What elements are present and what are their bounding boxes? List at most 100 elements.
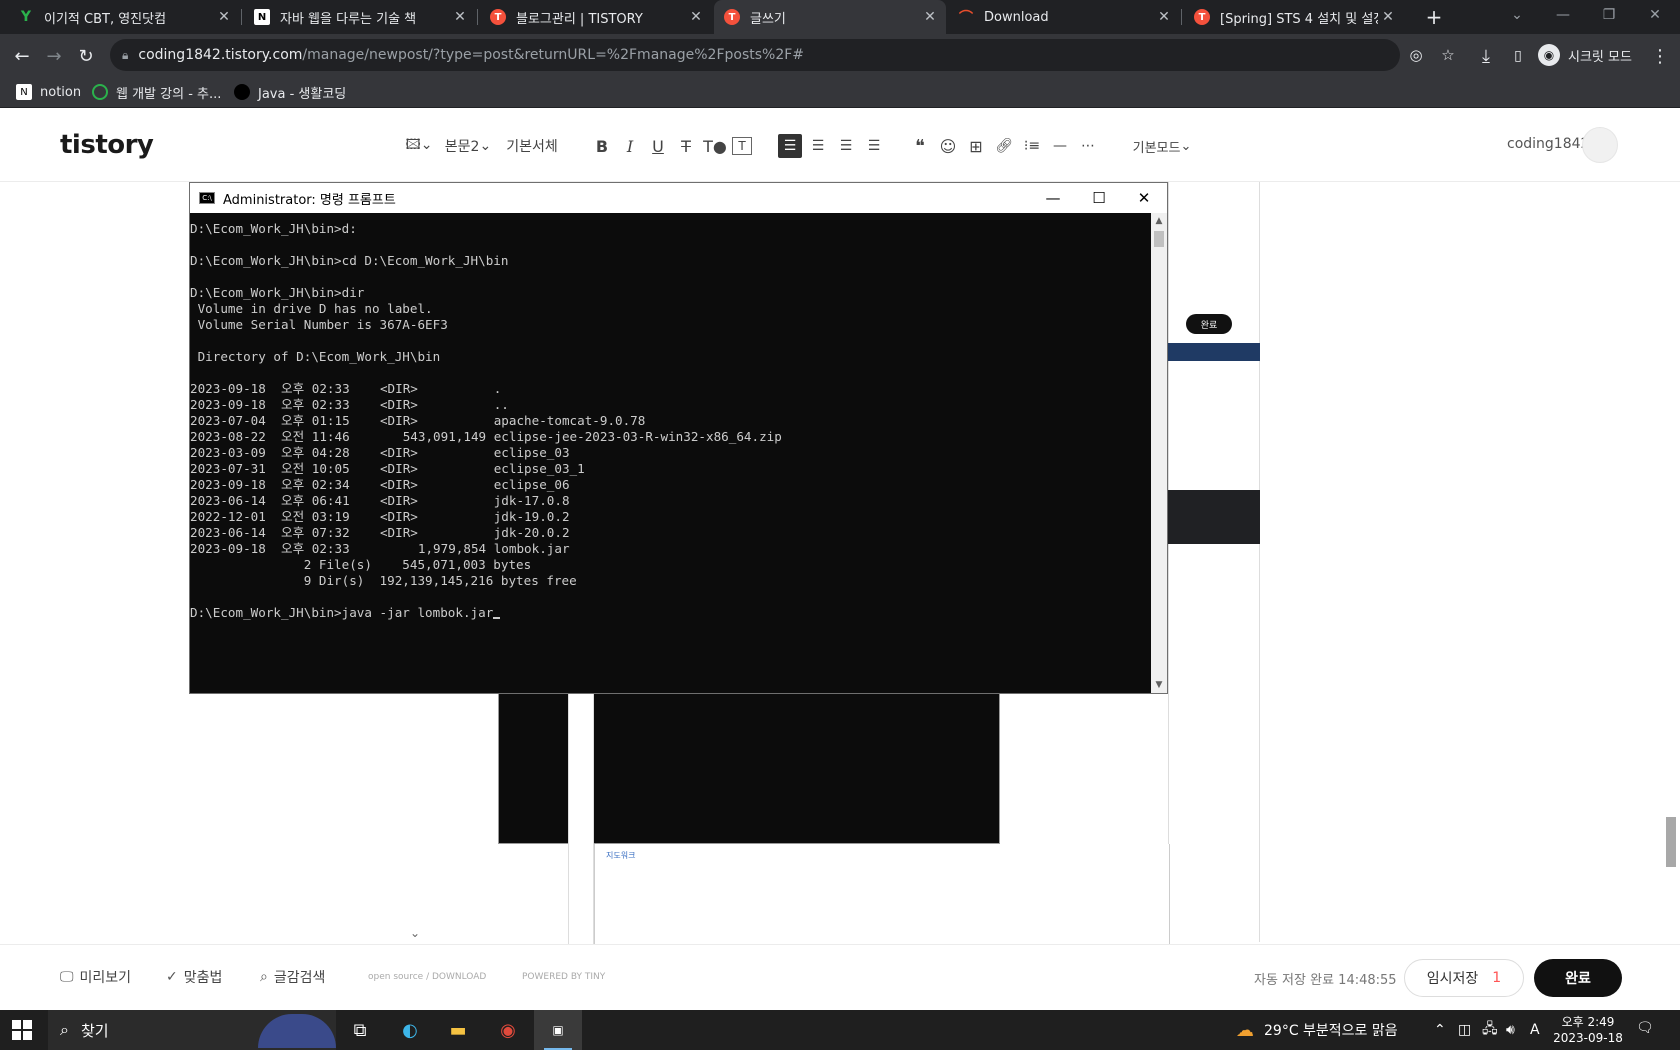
browser-tab-1[interactable]: Y 이기적 CBT, 영진닷컴 ✕ xyxy=(8,0,240,34)
close-icon[interactable]: ✕ xyxy=(686,9,706,25)
task-view-icon[interactable]: ⧉ xyxy=(336,1010,384,1050)
download-icon: ⌒ xyxy=(959,10,973,26)
preview-button[interactable]: 🖵︎ 미리보기 xyxy=(60,967,131,987)
bookmark-web-course[interactable]: 웹 개발 강의 - 추... xyxy=(92,82,221,102)
cmd-taskbar-icon[interactable]: ▣ xyxy=(534,1010,582,1050)
done-button[interactable]: 완료 xyxy=(1534,959,1622,997)
eye-off-icon[interactable]: ◎ xyxy=(1402,39,1430,71)
menu-kebab-icon[interactable]: ⋮ xyxy=(1646,42,1674,70)
align-right-icon[interactable]: ☰ xyxy=(836,134,856,158)
forward-arrow-icon[interactable]: → xyxy=(40,42,68,70)
search-icon: ⌕ xyxy=(60,1020,69,1039)
spellcheck-button[interactable]: ✓ 맞춤법 xyxy=(166,967,222,987)
incognito-badge[interactable]: ◉ 시크릿 모드 xyxy=(1538,41,1632,69)
paragraph-style-label: 본문2 xyxy=(444,139,480,155)
editor-footer: 🖵︎ 미리보기 ✓ 맞춤법 ⌕ 글감검색 open source / DOWNLOAD… xyxy=(0,944,1680,1010)
align-left-icon[interactable]: ☰ xyxy=(778,134,802,158)
close-icon[interactable]: ✕ xyxy=(1378,9,1398,25)
text-color-icon[interactable]: T● xyxy=(703,134,727,158)
more-icon[interactable]: ⋯ xyxy=(1078,134,1098,158)
image-insert-icon[interactable]: 🖾︎⌄ xyxy=(404,134,434,158)
browser-tab-5[interactable]: ⌒ Download ✕ xyxy=(948,0,1180,34)
side-panel-icon[interactable]: ▯ xyxy=(1504,42,1532,70)
chrome-icon[interactable]: ◉ xyxy=(484,1010,532,1050)
notion-icon: N xyxy=(16,84,32,100)
paragraph-style-select[interactable]: 본문2 ⌄ xyxy=(444,134,492,158)
mode-select[interactable]: 기본모드 ⌄ xyxy=(1128,134,1196,158)
volume-icon[interactable]: 🔊︎ xyxy=(1506,1010,1515,1050)
text-background-icon[interactable]: T xyxy=(732,137,752,155)
scroll-down-icon[interactable]: ▼ xyxy=(1151,677,1167,693)
browser-tab-2[interactable]: N 자바 웹을 다루는 기술 책 ✕ xyxy=(244,0,476,34)
font-select[interactable]: 기본서체 xyxy=(502,134,562,158)
close-icon[interactable]: ✕ xyxy=(920,9,940,25)
scroll-up-icon[interactable]: ▲ xyxy=(1151,213,1167,229)
weather-widget[interactable]: ☁ 29°C 부분적으로 맑음 xyxy=(1236,1010,1398,1050)
browser-tab-3[interactable]: T 블로그관리 | TISTORY ✕ xyxy=(480,0,712,34)
link-icon[interactable]: 🔗︎ xyxy=(994,134,1014,158)
download-tray-icon[interactable]: ⤓ xyxy=(1472,42,1500,70)
network-icon[interactable]: 🖧︎ xyxy=(1482,1010,1498,1050)
tistory-logo[interactable]: tistory xyxy=(60,130,154,160)
windows-start-icon[interactable] xyxy=(12,1020,32,1040)
meet-icon[interactable]: ◫ xyxy=(1458,1010,1471,1050)
scrollbar-thumb[interactable] xyxy=(1154,231,1164,247)
url-path: /manage/newpost/?type=post&returnURL=%2F… xyxy=(302,47,805,63)
star-icon[interactable]: ☆ xyxy=(1434,39,1462,71)
close-icon[interactable]: ✕ xyxy=(450,9,470,25)
bold-icon[interactable]: B xyxy=(592,134,612,158)
strikethrough-icon[interactable]: T xyxy=(676,134,696,158)
avatar[interactable] xyxy=(1582,127,1618,163)
scrollbar-thumb[interactable] xyxy=(1666,817,1676,867)
table-icon[interactable]: ⊞ xyxy=(966,134,986,158)
browser-tab-6[interactable]: T [Spring] STS 4 설치 및 설정하기 ✕ xyxy=(1184,0,1404,34)
back-arrow-icon[interactable]: ← xyxy=(8,42,36,70)
browser-tab-4-active[interactable]: T 글쓰기 ✕ xyxy=(714,0,946,34)
incognito-icon: ◉ xyxy=(1538,44,1560,66)
page-scrollbar[interactable] xyxy=(1662,182,1680,944)
background-taskbar-fragment xyxy=(1168,343,1260,361)
notification-icon[interactable]: 🗨︎ xyxy=(1636,1020,1656,1040)
taskbar-clock[interactable]: 오후 2:49 2023-09-18 xyxy=(1548,1014,1628,1046)
opensource-link[interactable]: open source / DOWNLOAD xyxy=(368,972,486,982)
restore-icon[interactable]: ❐ xyxy=(1586,0,1632,30)
tray-chevron-icon[interactable]: ⌃ xyxy=(1434,1010,1446,1050)
search-material-button[interactable]: ⌕ 글감검색 xyxy=(260,967,325,987)
cmd-output-line: 2023-09-18 오후 02:33 1,979,854 lombok.jar xyxy=(190,541,570,556)
emoji-icon[interactable]: ☺ xyxy=(938,134,958,158)
cmd-output-line: D:\Ecom_Work_JH\bin>cd D:\Ecom_Work_JH\b… xyxy=(190,253,509,268)
chevron-down-icon[interactable]: ⌄ xyxy=(410,926,420,940)
file-explorer-icon[interactable]: ▬ xyxy=(434,1010,482,1050)
bookmark-notion[interactable]: N notion xyxy=(16,82,81,102)
temp-save-button[interactable]: 임시저장 1 xyxy=(1404,959,1524,997)
cmd-title-bar[interactable]: C:\ Administrator: 명령 프롬프트 — ☐ ✕ xyxy=(190,183,1167,213)
close-icon[interactable]: ✕ xyxy=(214,9,234,25)
italic-icon[interactable]: I xyxy=(620,134,640,158)
horizontal-rule-icon[interactable]: — xyxy=(1050,134,1070,158)
lock-icon: 🔒︎ xyxy=(122,47,129,62)
minimize-icon[interactable]: — xyxy=(1030,183,1076,213)
minimize-icon[interactable]: — xyxy=(1540,0,1586,30)
underline-icon[interactable]: U xyxy=(648,134,668,158)
close-icon[interactable]: ✕ xyxy=(1154,9,1174,25)
cmd-scrollbar[interactable]: ▲ ▼ xyxy=(1151,213,1167,693)
edge-icon[interactable]: ◐ xyxy=(386,1010,434,1050)
address-bar[interactable]: 🔒︎ coding1842.tistory.com /manage/newpos… xyxy=(110,39,1455,71)
align-center-icon[interactable]: ☰ xyxy=(808,134,828,158)
background-done-pill: 완료 xyxy=(1186,314,1232,334)
autosave-time: 14:48:55 xyxy=(1338,973,1397,988)
new-tab-button[interactable]: + xyxy=(1422,0,1446,34)
tab-search-icon[interactable]: ⌄ xyxy=(1494,0,1540,30)
notion-icon: N xyxy=(254,9,270,25)
bullet-list-icon[interactable]: ⁝≡ xyxy=(1022,134,1042,158)
taskbar-search[interactable]: ⌕ 찾기 xyxy=(48,1010,336,1050)
close-icon[interactable]: ✕ xyxy=(1121,183,1167,213)
bookmark-java[interactable]: Java - 생활코딩 xyxy=(234,82,346,102)
ime-indicator[interactable]: A xyxy=(1530,1010,1540,1050)
cmd-output[interactable]: D:\Ecom_Work_JH\bin>d: D:\Ecom_Work_JH\bi… xyxy=(190,213,1150,693)
align-justify-icon[interactable]: ☰ xyxy=(864,134,884,158)
maximize-icon[interactable]: ☐ xyxy=(1076,183,1122,213)
close-window-icon[interactable]: ✕ xyxy=(1632,0,1678,30)
reload-icon[interactable]: ↻ xyxy=(72,42,100,70)
quote-icon[interactable]: ❝ xyxy=(910,134,930,158)
